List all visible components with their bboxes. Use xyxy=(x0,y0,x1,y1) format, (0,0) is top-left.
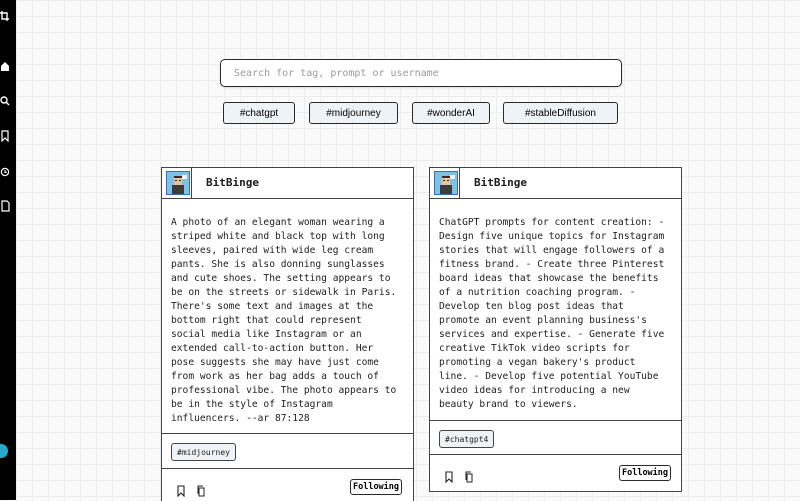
bookmark-icon[interactable] xyxy=(444,468,454,484)
filter-tags: #chatgpt #midjourney #wonderAI #stableDi… xyxy=(0,102,800,126)
search-bar xyxy=(220,59,627,87)
history-icon[interactable] xyxy=(0,166,10,178)
card-header: BitBinge xyxy=(430,168,681,199)
filter-tag-chatgpt[interactable]: #chatgpt xyxy=(223,102,295,124)
bookmark-icon[interactable] xyxy=(0,130,10,142)
follow-button[interactable]: Following xyxy=(350,479,402,495)
home-icon[interactable] xyxy=(0,60,10,72)
filter-tag-stablediffusion[interactable]: #stableDiffusion xyxy=(503,102,618,124)
prompt-text[interactable]: ChatGPT prompts for content creation: - … xyxy=(430,216,679,412)
username[interactable]: BitBinge xyxy=(474,176,527,189)
card-header: BitBinge xyxy=(162,168,413,199)
avatar[interactable] xyxy=(166,171,190,195)
card-tags: #midjourney xyxy=(162,433,413,469)
header-divider xyxy=(459,168,460,198)
card-tags: #chatgpt4 xyxy=(430,420,681,455)
copy-icon[interactable] xyxy=(196,482,206,497)
prompt-tag-chip[interactable]: #chatgpt4 xyxy=(439,430,495,448)
filter-tag-midjourney[interactable]: #midjourney xyxy=(309,102,398,124)
follow-button[interactable]: Following xyxy=(619,465,671,481)
user-avatar[interactable] xyxy=(0,444,8,458)
avatar[interactable] xyxy=(434,171,458,195)
prompt-card: BitBinge ChatGPT prompts for content cre… xyxy=(429,167,682,492)
brand-icon[interactable] xyxy=(0,10,10,22)
username[interactable]: BitBinge xyxy=(206,176,259,189)
document-icon[interactable] xyxy=(0,200,10,212)
prompt-text[interactable]: A photo of an elegant woman wearing a st… xyxy=(162,216,411,426)
header-divider xyxy=(191,168,192,198)
sidebar xyxy=(0,0,16,500)
prompt-tag-chip[interactable]: #midjourney xyxy=(171,443,236,461)
prompt-card: BitBinge A photo of an elegant woman wea… xyxy=(161,167,414,501)
filter-tag-wonderai[interactable]: #wonderAI xyxy=(412,102,490,124)
copy-icon[interactable] xyxy=(464,468,474,483)
bookmark-icon[interactable] xyxy=(176,482,186,498)
search-input[interactable] xyxy=(221,60,627,86)
